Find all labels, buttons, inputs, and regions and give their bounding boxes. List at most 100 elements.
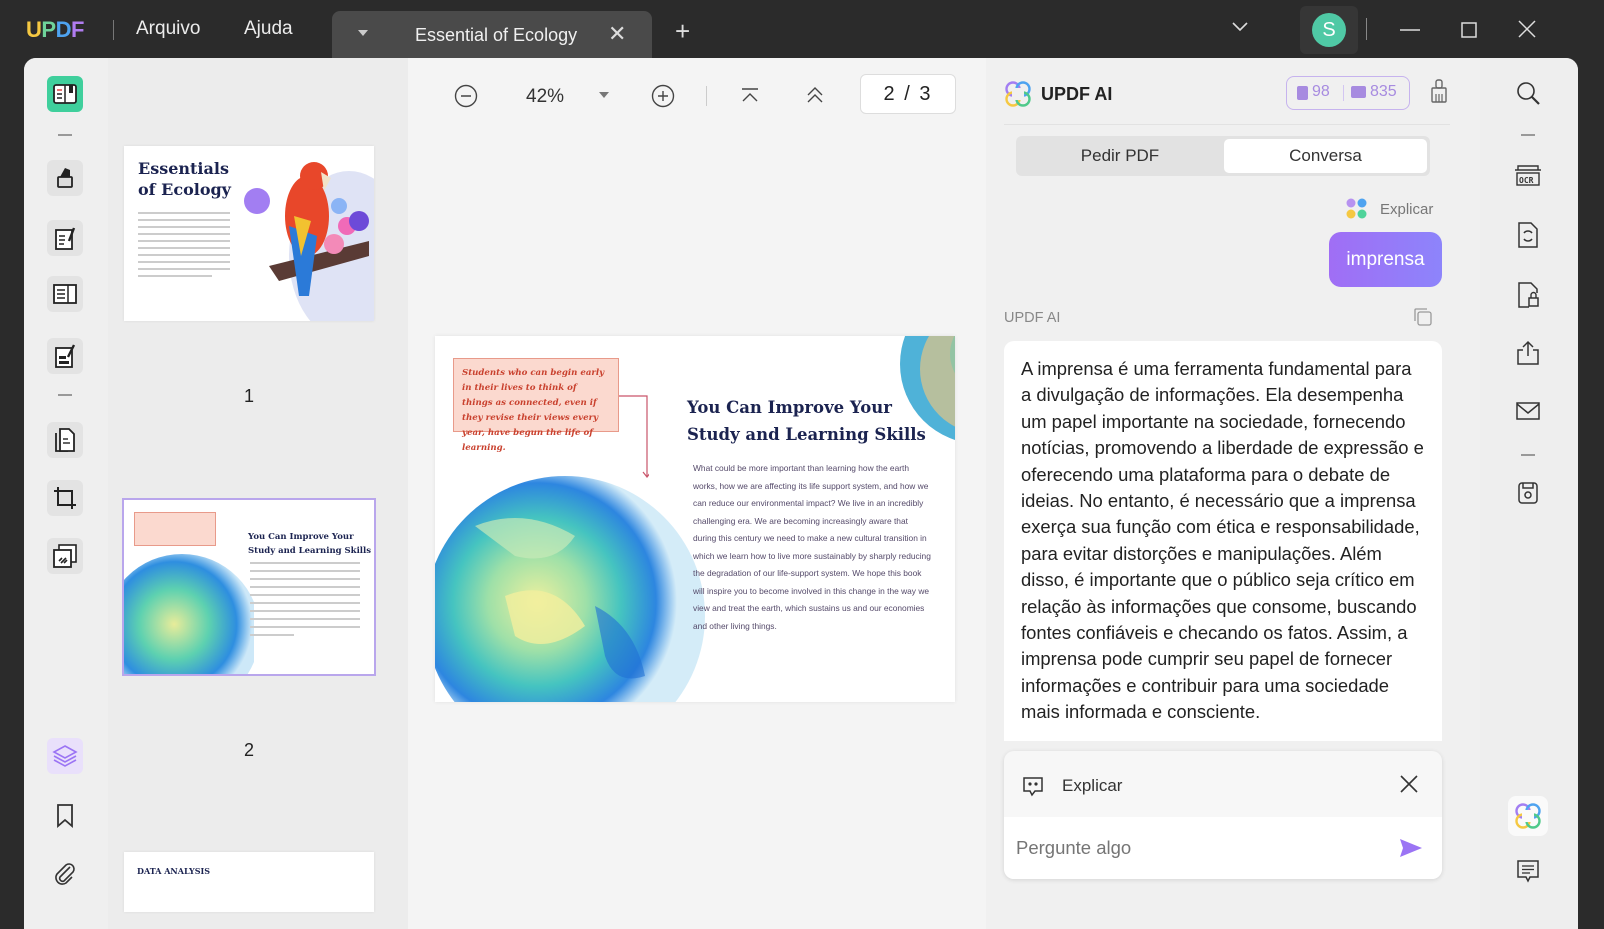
watermark-icon [53, 544, 77, 568]
layers-icon [52, 745, 78, 767]
divider [58, 134, 72, 136]
tab-pedir-pdf[interactable]: Pedir PDF [1019, 139, 1221, 173]
explain-chat-icon [1023, 777, 1043, 797]
ai-answer: A imprensa é uma ferramenta fundamental … [1004, 341, 1442, 741]
broom-icon [1431, 79, 1447, 103]
highlighter-icon [57, 168, 73, 188]
divider [1004, 124, 1450, 125]
previous-page-button[interactable] [804, 84, 826, 106]
credits-badge[interactable]: 98 835 [1286, 76, 1410, 110]
chat-credits: 835 [1370, 83, 1397, 100]
edit-pdf-button[interactable] [47, 220, 83, 256]
quote-connector-arrow [619, 395, 649, 478]
share-button[interactable] [1513, 338, 1543, 368]
fill-sign-button[interactable] [47, 338, 83, 374]
explain-mode-icon [1346, 198, 1367, 219]
reader-icon [53, 84, 77, 104]
search-icon [1517, 82, 1540, 105]
document-viewer: 42% 2 / 3 Students who can begin early i… [408, 58, 986, 929]
thumbnail-label-2: 2 [244, 740, 255, 760]
bookmark-button[interactable] [47, 798, 83, 834]
left-toolbar [24, 58, 108, 929]
form-icon [53, 284, 77, 304]
chevron-down-icon[interactable] [1230, 20, 1250, 34]
form-tool-button[interactable] [47, 276, 83, 312]
attachment-button[interactable] [47, 856, 83, 892]
email-button[interactable] [1513, 396, 1543, 426]
divider [706, 86, 707, 106]
copy-answer-button[interactable] [1412, 306, 1434, 328]
new-tab-button[interactable]: + [675, 18, 690, 44]
search-button[interactable] [1513, 78, 1543, 108]
updf-ai-logo-icon [1005, 81, 1031, 107]
save-icon [1518, 482, 1538, 504]
thumb-heading: You Can Improve Your Study and Learning S… [248, 532, 372, 556]
minimize-button[interactable] [1398, 20, 1422, 40]
avatar[interactable]: S [1312, 13, 1346, 47]
first-page-button[interactable] [739, 86, 761, 106]
page-body-text: What could be more important than learni… [693, 463, 931, 631]
divider [58, 394, 72, 396]
menu-arquivo[interactable]: Arquivo [136, 18, 200, 40]
tab-title: Essential of Ecology [415, 25, 578, 45]
lock-document-icon [1518, 282, 1539, 308]
pdf-page: Students who can begin early in their li… [435, 336, 955, 702]
divider [1521, 134, 1535, 136]
thumbnail-page-1[interactable]: Essentials of Ecology [124, 146, 374, 321]
bookmark-icon [57, 804, 73, 828]
chat-composer: Explicar [1004, 751, 1442, 879]
divider [113, 20, 114, 40]
thumbnail-page-3[interactable]: DATA ANALYSIS [124, 852, 374, 912]
page-number-input[interactable]: 2 / 3 [860, 74, 956, 114]
title-bar: UPDF Arquivo Ajuda Essential of Ecology … [0, 0, 1604, 58]
zoom-level[interactable]: 42% [526, 86, 564, 108]
convert-pdf-button[interactable] [1513, 220, 1543, 250]
thumbnail-panel: Essentials of Ecology 1 You Can Improve … [108, 58, 408, 929]
user-message: imprensa [1329, 232, 1442, 287]
app-window: Essentials of Ecology 1 You Can Improve … [24, 58, 1578, 929]
thumb-text-lines [138, 212, 230, 277]
ai-assistant-toggle[interactable] [1508, 796, 1548, 836]
tab-dropdown-icon[interactable] [358, 30, 368, 36]
updf-ai-icon [1515, 803, 1541, 829]
zoom-out-button[interactable] [454, 84, 478, 108]
save-button[interactable] [1513, 478, 1543, 508]
copy-icon [1414, 308, 1432, 326]
layers-button[interactable] [47, 738, 83, 774]
sign-icon [55, 344, 76, 368]
tab-close-icon[interactable]: ✕ [608, 21, 626, 47]
divider [1343, 85, 1344, 101]
organize-pages-button[interactable] [47, 422, 83, 458]
divider [1521, 454, 1535, 456]
comments-list-button[interactable] [1513, 856, 1543, 886]
mail-icon [1516, 402, 1540, 420]
ai-panel-title: UPDF AI [1041, 84, 1113, 104]
ocr-button[interactable]: OCR [1513, 160, 1543, 190]
responder-label: UPDF AI [1004, 310, 1061, 326]
composer-input-area [1004, 817, 1442, 879]
close-window-button[interactable] [1516, 18, 1538, 40]
menu-ajuda[interactable]: Ajuda [244, 18, 293, 40]
right-toolbar: OCR [1480, 58, 1578, 929]
reader-tool-button[interactable] [47, 76, 83, 112]
thumbnail-label-1: 1 [244, 386, 255, 406]
thumbnail-page-2[interactable]: You Can Improve Your Study and Learning S… [122, 498, 376, 676]
maximize-button[interactable] [1460, 20, 1480, 40]
clear-chat-button[interactable] [1430, 78, 1448, 106]
close-mode-button[interactable] [1398, 773, 1420, 795]
edit-document-icon [55, 227, 76, 250]
globe-illustration [124, 554, 254, 674]
comment-tool-button[interactable] [47, 160, 83, 196]
thumb-quote-box [134, 512, 216, 546]
protect-pdf-button[interactable] [1513, 280, 1543, 310]
updf-logo: UPDF [26, 17, 84, 42]
ask-input[interactable] [1016, 831, 1376, 865]
crop-tool-button[interactable] [47, 480, 83, 516]
document-tab[interactable]: Essential of Ecology ✕ [332, 11, 652, 58]
zoom-in-button[interactable] [651, 84, 675, 108]
watermark-tool-button[interactable] [47, 538, 83, 574]
send-button[interactable] [1398, 837, 1424, 859]
ocr-icon: OCR [1515, 165, 1541, 186]
zoom-dropdown-icon[interactable] [599, 92, 609, 98]
tab-conversa[interactable]: Conversa [1224, 139, 1427, 173]
